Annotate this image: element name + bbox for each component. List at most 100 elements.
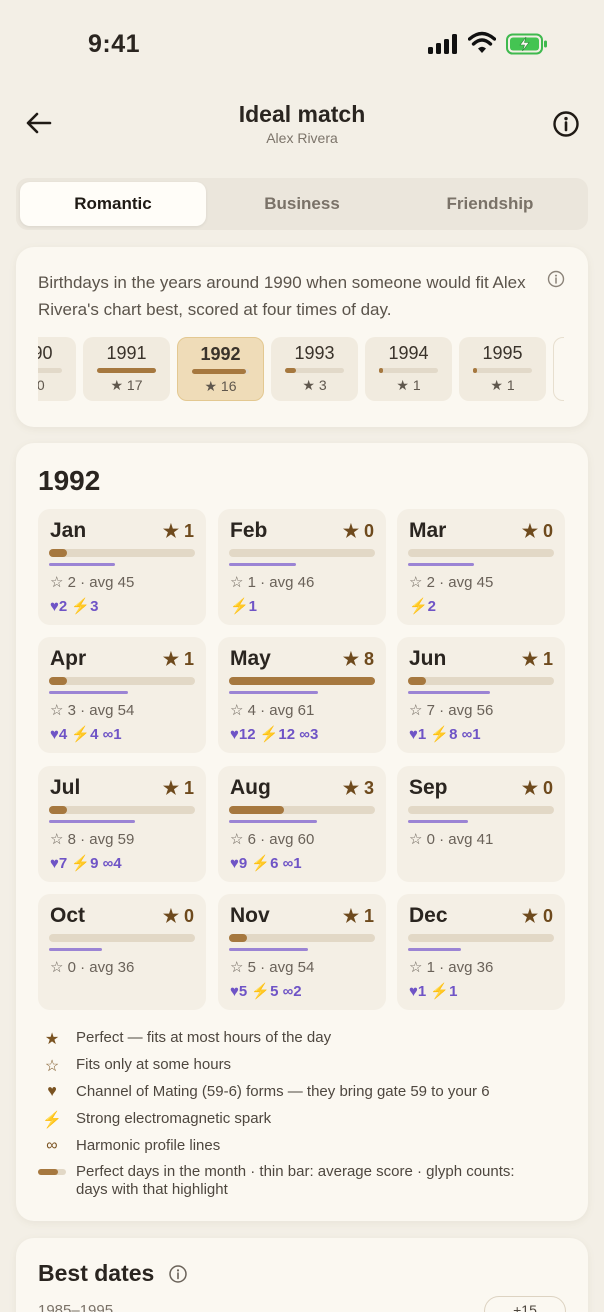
perfect-days-track	[408, 806, 554, 814]
month-perfect-count: ★ 3	[342, 778, 374, 798]
month-card-mar[interactable]: Mar ★ 0 ☆ 2 · avg 45 ⚡2	[397, 509, 565, 625]
month-average: ☆ 7 · avg 56	[409, 702, 494, 719]
perfect-days-track	[408, 934, 554, 942]
relationship-tabs: Romantic Business Friendship	[16, 178, 588, 230]
month-average: ☆ 0 · avg 41	[409, 831, 494, 848]
perfect-days-fill	[49, 677, 68, 685]
year-item[interactable]: +	[553, 337, 564, 401]
year-item[interactable]: 1994 ★ 1	[365, 337, 452, 401]
perfect-days-fill	[229, 806, 284, 814]
month-card-may[interactable]: May ★ 8 ☆ 4 · avg 61 ♥12 ⚡12 ∞3	[218, 637, 386, 753]
info-icon[interactable]	[552, 110, 580, 138]
year-picker-card: Birthdays in the years around 1990 when …	[16, 247, 588, 427]
month-average: ☆ 4 · avg 61	[230, 702, 315, 719]
perfect-days-track	[229, 549, 375, 557]
year-strip[interactable]: 1990★ 01991★ 171992★ 161993★ 31994★ 1199…	[38, 337, 564, 401]
best-dates-card: Best dates 1985–1995 +15	[16, 1238, 588, 1312]
year-label: 1995	[482, 343, 523, 363]
year-perfect-count: ★ 1	[490, 377, 515, 393]
month-card-feb[interactable]: Feb ★ 0 ☆ 1 · avg 46 ⚡1	[218, 509, 386, 625]
legend-item: ∞ Harmonic profile lines	[38, 1137, 578, 1157]
year-label: 1994	[388, 343, 429, 363]
year-label: 1991	[106, 343, 147, 363]
year-perfect-count: ★ 1	[396, 377, 421, 393]
perfect-days-track	[229, 806, 375, 814]
perfect-days-track	[49, 806, 195, 814]
best-dates-filter-button[interactable]: +15	[484, 1296, 566, 1312]
month-name: Sep	[409, 776, 448, 799]
tab-business[interactable]: Business	[209, 182, 395, 226]
month-card-apr[interactable]: Apr ★ 1 ☆ 3 · avg 54 ♥4 ⚡4 ∞1	[38, 637, 206, 753]
year-item[interactable]: 1995 ★ 1	[459, 337, 546, 401]
month-perfect-count: ★ 0	[521, 521, 553, 541]
average-score-bar	[408, 820, 468, 823]
info-icon[interactable]	[168, 1264, 188, 1284]
average-score-bar	[229, 820, 317, 823]
month-average: ☆ 1 · avg 36	[409, 959, 494, 976]
month-highlights: ♥12 ⚡12 ∞3	[230, 726, 319, 743]
month-card-jan[interactable]: Jan ★ 1 ☆ 2 · avg 45 ♥2 ⚡3	[38, 509, 206, 625]
year-item[interactable]: 1992 ★ 16	[177, 337, 264, 401]
year-item[interactable]: 1991 ★ 17	[83, 337, 170, 401]
year-label: +	[554, 356, 564, 377]
status-bar: 9:41	[0, 0, 604, 88]
year-item[interactable]: 1990 ★ 0	[38, 337, 76, 401]
month-average: ☆ 5 · avg 54	[230, 959, 315, 976]
month-average: ☆ 3 · avg 54	[50, 702, 135, 719]
year-score-fill	[285, 368, 296, 373]
year-score-fill	[473, 368, 477, 373]
month-card-jul[interactable]: Jul ★ 1 ☆ 8 · avg 59 ♥7 ⚡9 ∞4	[38, 766, 206, 882]
year-label: 1992	[200, 344, 241, 364]
info-icon[interactable]	[546, 269, 566, 289]
month-name: Feb	[230, 519, 268, 542]
average-score-bar	[408, 691, 490, 694]
month-card-aug[interactable]: Aug ★ 3 ☆ 6 · avg 60 ♥9 ⚡6 ∞1	[218, 766, 386, 882]
cellular-signal-icon	[428, 34, 457, 54]
perfect-days-track	[49, 549, 195, 557]
month-highlights: ⚡1	[230, 598, 258, 615]
star-outline-icon: ☆	[44, 1058, 60, 1075]
month-card-jun[interactable]: Jun ★ 1 ☆ 7 · avg 56 ♥1 ⚡8 ∞1	[397, 637, 565, 753]
month-card-oct[interactable]: Oct ★ 0 ☆ 0 · avg 36	[38, 894, 206, 1010]
year-perfect-count: ★ 3	[302, 377, 327, 393]
legend-item: ★ Perfect — fits at most hours of the day	[38, 1029, 578, 1049]
perfect-days-track	[229, 934, 375, 942]
wifi-icon	[468, 31, 496, 53]
year-score-track	[379, 368, 438, 373]
average-score-bar	[408, 563, 474, 566]
perfect-days-track	[229, 677, 375, 685]
month-perfect-count: ★ 1	[162, 521, 194, 541]
month-perfect-count: ★ 1	[162, 649, 194, 669]
month-name: Jan	[50, 519, 87, 542]
infinity-icon: ∞	[46, 1137, 58, 1154]
month-name: Oct	[50, 904, 86, 927]
year-score-fill	[379, 368, 383, 373]
bar-swatch-fill	[38, 1169, 58, 1175]
year-score-track	[97, 368, 156, 373]
month-name: Apr	[50, 647, 87, 670]
year-score-track	[38, 368, 62, 373]
year-detail-card: 1992 Jan ★ 1 ☆ 2 · avg 45 ♥2 ⚡3 Feb ★ 0 ☆ 1 · …	[16, 443, 588, 1221]
month-average: ☆ 8 · avg 59	[50, 831, 135, 848]
month-card-dec[interactable]: Dec ★ 0 ☆ 1 · avg 36 ♥1 ⚡1	[397, 894, 565, 1010]
year-perfect-count: ★ 16	[204, 378, 237, 394]
tab-friendship[interactable]: Friendship	[397, 182, 583, 226]
year-perfect-count: ★ 17	[110, 377, 143, 393]
month-card-nov[interactable]: Nov ★ 1 ☆ 5 · avg 54 ♥5 ⚡5 ∞2	[218, 894, 386, 1010]
legend-text: Strong electromagnetic spark	[76, 1110, 272, 1127]
perfect-days-track	[408, 549, 554, 557]
star-filled-icon: ★	[44, 1031, 60, 1048]
month-perfect-count: ★ 0	[521, 778, 553, 798]
year-item[interactable]: 1993 ★ 3	[271, 337, 358, 401]
month-card-sep[interactable]: Sep ★ 0 ☆ 0 · avg 41	[397, 766, 565, 882]
legend-item: ☆ Fits only at some hours	[38, 1056, 578, 1076]
average-score-bar	[229, 563, 297, 566]
legend-text: Harmonic profile lines	[76, 1137, 221, 1154]
year-perfect-count: ★ 0	[38, 377, 45, 393]
legend-text: Perfect — fits at most hours of the day	[76, 1029, 332, 1046]
perfect-days-track	[49, 934, 195, 942]
tab-romantic[interactable]: Romantic	[20, 182, 206, 226]
month-perfect-count: ★ 1	[521, 649, 553, 669]
average-score-bar	[229, 948, 308, 951]
legend-text: Channel of Mating (59-6) forms — they br…	[76, 1083, 490, 1100]
